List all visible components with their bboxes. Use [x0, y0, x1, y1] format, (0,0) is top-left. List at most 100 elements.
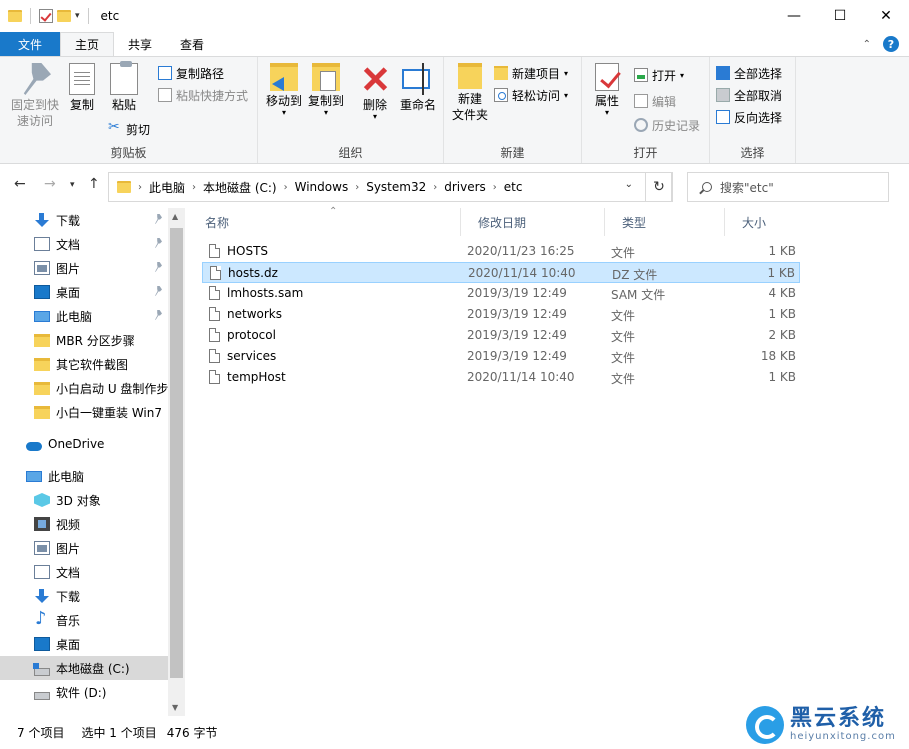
file-row[interactable]: networks 2019/3/19 12:49 文件 1 KB [202, 304, 800, 325]
help-icon[interactable]: ? [883, 36, 899, 52]
chevron-right-icon[interactable]: › [284, 182, 288, 193]
chevron-right-icon[interactable]: › [355, 182, 359, 193]
this-pc-item[interactable]: 图片 [0, 536, 168, 560]
quick-access-item[interactable]: 小白启动 U 盘制作步 [0, 376, 168, 400]
history-button[interactable]: 历史记录 [634, 115, 700, 135]
breadcrumb-this-pc[interactable]: 此电脑 [149, 179, 185, 196]
history-icon [634, 118, 648, 132]
chevron-right-icon[interactable]: › [192, 182, 196, 193]
tab-file[interactable]: 文件 [0, 32, 60, 56]
rename-button[interactable]: 重命名 [396, 63, 440, 113]
quick-access-item[interactable]: 下载 [0, 208, 168, 232]
search-input[interactable]: 搜索"etc" [687, 172, 889, 202]
scrollbar-thumb[interactable] [170, 228, 183, 678]
chevron-up-icon[interactable]: ⌃ [863, 39, 871, 50]
breadcrumb: › 此电脑 › 本地磁盘 (C:) › Windows › System32 ›… [131, 179, 522, 196]
copy-to-dropdown-icon: ▾ [323, 108, 328, 117]
invert-selection-button[interactable]: 反向选择 [716, 107, 782, 127]
new-folder-button[interactable]: 新建 文件夹 [450, 63, 490, 123]
nav-item-label: OneDrive [48, 437, 105, 451]
move-to-icon [270, 63, 298, 91]
file-row[interactable]: lmhosts.sam 2019/3/19 12:49 SAM 文件 4 KB [202, 283, 800, 304]
this-pc-item[interactable]: 软件 (D:) [0, 680, 168, 704]
breadcrumb-local-disk[interactable]: 本地磁盘 (C:) [203, 179, 277, 196]
file-row[interactable]: protocol 2019/3/19 12:49 文件 2 KB [202, 325, 800, 346]
column-header-size[interactable]: 大小 [725, 208, 805, 236]
properties-icon[interactable] [39, 9, 53, 23]
selected-count: 选中 1 个项目 [81, 726, 157, 740]
this-pc-item[interactable]: 下载 [0, 584, 168, 608]
cut-button[interactable]: 剪切 [108, 119, 150, 139]
tab-view[interactable]: 查看 [166, 32, 218, 56]
this-pc-item[interactable]: 音乐 [0, 608, 168, 632]
breadcrumb-system32[interactable]: System32 [366, 180, 426, 194]
paste-shortcut-button[interactable]: 粘贴快捷方式 [158, 85, 248, 105]
column-header-name[interactable]: ⌃ 名称 [188, 206, 461, 236]
file-size: 18 KB [760, 349, 796, 363]
this-pc-item[interactable]: 本地磁盘 (C:) [0, 656, 168, 680]
quick-access-item[interactable]: 其它软件截图 [0, 352, 168, 376]
delete-button[interactable]: 删除 ▾ [358, 63, 392, 121]
breadcrumb-drivers[interactable]: drivers [444, 180, 486, 194]
nav-onedrive[interactable]: OneDrive [0, 432, 168, 456]
forward-arrow-icon[interactable]: → [44, 176, 56, 192]
recent-dropdown-icon[interactable]: ▾ [70, 180, 75, 190]
chevron-right-icon[interactable]: › [493, 182, 497, 193]
maximize-button[interactable]: ☐ [817, 0, 863, 32]
open-button[interactable]: 打开 ▾ [634, 65, 684, 85]
column-name-label: 名称 [205, 215, 230, 230]
new-folder-icon[interactable] [57, 10, 71, 22]
copy-button[interactable]: 复制 [64, 63, 100, 113]
quick-access-item[interactable]: 桌面 [0, 280, 168, 304]
file-row[interactable]: HOSTS 2020/11/23 16:25 文件 1 KB [202, 241, 800, 262]
copy-to-button[interactable]: 复制到 ▾ [306, 63, 346, 117]
back-arrow-icon[interactable]: ← [14, 176, 26, 192]
edit-button[interactable]: 编辑 [634, 91, 676, 111]
this-pc-item[interactable]: 文档 [0, 560, 168, 584]
new-item-button[interactable]: 新建项目 ▾ [494, 63, 568, 83]
this-pc-item[interactable]: 视频 [0, 512, 168, 536]
column-header-type[interactable]: 类型 [605, 208, 725, 236]
quick-access-item[interactable]: 此电脑 [0, 304, 168, 328]
quick-access-item[interactable]: 文档 [0, 232, 168, 256]
select-none-button[interactable]: 全部取消 [716, 85, 782, 105]
rename-field-shape [402, 63, 430, 95]
search-placeholder: 搜索"etc" [720, 180, 774, 195]
file-type: 文件 [611, 351, 636, 365]
chevron-down-icon[interactable]: ⌄ [625, 179, 633, 190]
minimize-button[interactable]: — [771, 0, 817, 32]
copy-path-button[interactable]: 复制路径 [158, 63, 224, 83]
quick-access-item[interactable]: 小白一键重装 Win7 [0, 400, 168, 424]
refresh-button[interactable]: ↻ [645, 172, 673, 202]
file-row[interactable]: tempHost 2020/11/14 10:40 文件 1 KB [202, 367, 800, 388]
easy-access-button[interactable]: 轻松访问 ▾ [494, 85, 568, 105]
pin-quick-access-button[interactable]: 固定到快 速访问 [6, 63, 64, 129]
this-pc-item[interactable]: 3D 对象 [0, 488, 168, 512]
address-bar[interactable]: › 此电脑 › 本地磁盘 (C:) › Windows › System32 ›… [108, 172, 672, 202]
select-all-button[interactable]: 全部选择 [716, 63, 782, 83]
file-row[interactable]: services 2019/3/19 12:49 文件 18 KB [202, 346, 800, 367]
file-row[interactable]: hosts.dz 2020/11/14 10:40 DZ 文件 1 KB [202, 262, 800, 283]
this-pc-item[interactable]: 桌面 [0, 632, 168, 656]
customize-toolbar-dropdown[interactable]: ▾ [75, 11, 80, 21]
breadcrumb-windows[interactable]: Windows [295, 180, 349, 194]
column-size-label: 大小 [742, 215, 767, 230]
move-to-button[interactable]: 移动到 ▾ [264, 63, 304, 117]
tab-share[interactable]: 共享 [114, 32, 166, 56]
quick-access-item[interactable]: 图片 [0, 256, 168, 280]
quick-access-item[interactable]: MBR 分区步骤 [0, 328, 168, 352]
close-button[interactable]: ✕ [863, 0, 909, 32]
breadcrumb-etc[interactable]: etc [504, 180, 523, 194]
nav-item-label: 小白一键重装 Win7 [56, 405, 162, 420]
tab-home[interactable]: 主页 [60, 32, 115, 56]
properties-button[interactable]: 属性 ▾ [590, 63, 624, 117]
nav-this-pc[interactable]: 此电脑 [0, 464, 168, 488]
up-arrow-icon[interactable]: ↑ [88, 176, 100, 192]
nav-scrollbar[interactable]: ▲ ▼ [168, 208, 185, 716]
chevron-right-icon[interactable]: › [433, 182, 437, 193]
scroll-up-icon[interactable]: ▲ [172, 212, 178, 221]
paste-button[interactable]: 粘贴 [106, 61, 142, 113]
scroll-down-icon[interactable]: ▼ [172, 703, 178, 712]
column-header-date[interactable]: 修改日期 [461, 208, 605, 236]
chevron-right-icon[interactable]: › [138, 182, 142, 193]
